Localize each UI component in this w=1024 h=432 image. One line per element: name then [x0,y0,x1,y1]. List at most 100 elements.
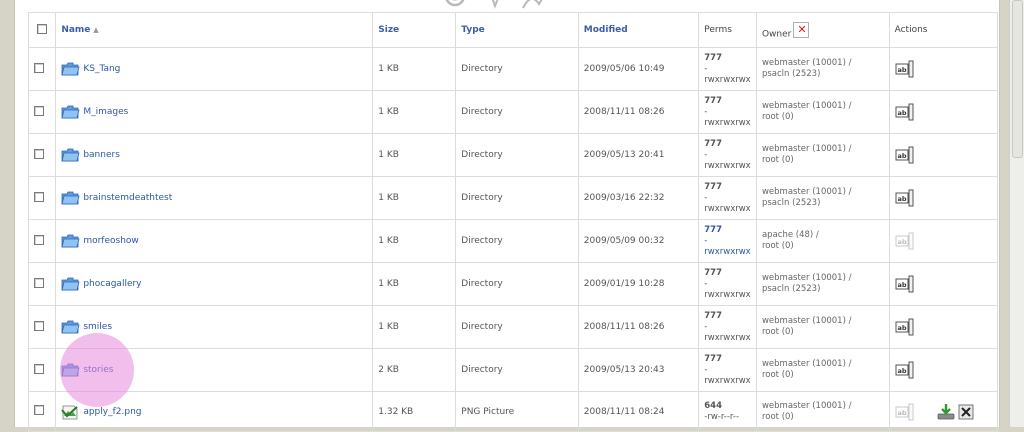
table-row[interactable]: KS_Tang 1 KB Directory 2009/05/06 10:49 … [27,47,999,91]
file-modified: 2009/05/06 10:49 [577,47,700,91]
permissions[interactable]: 644 -rw-r--r-- [704,401,751,423]
owner-info[interactable]: webmaster (10001) / root (0) [762,359,884,381]
column-header-name[interactable]: Name ▲ [55,12,374,48]
rename-icon[interactable]: ab [895,103,915,121]
permissions[interactable]: 777- rwxrwxrwx [704,53,751,86]
column-header-actions: Actions [888,12,999,48]
file-manager-panel: Name ▲ Size Type Modified Perms Owner ✕ A… [14,0,1000,432]
owner-info[interactable]: webmaster (10001) / root (0) [762,401,884,423]
file-type: Directory [455,47,579,91]
file-name-link[interactable]: KS_Tang [83,64,120,74]
file-name-link[interactable]: morfeoshow [83,236,138,246]
rename-icon[interactable]: ab [895,275,915,293]
folder-icon [61,105,80,119]
table-row[interactable]: apply_f2.png 1.32 KB PNG Picture 2008/11… [27,391,999,432]
owner-info[interactable]: webmaster (10001) / psacln (2523) [762,187,884,209]
table-row[interactable]: brainstemdeathtest 1 KB Directory 2009/0… [27,176,999,220]
svg-text:ab: ab [897,195,906,203]
folder-icon [61,191,80,205]
column-header-size[interactable]: Size [372,12,457,48]
file-modified: 2008/11/11 08:24 [577,391,700,432]
rename-icon[interactable]: ab [895,60,915,78]
row-checkbox[interactable] [34,62,44,73]
owner-info[interactable]: webmaster (10001) / root (0) [762,316,884,338]
download-icon[interactable] [937,403,955,421]
file-name-link[interactable]: stories [83,365,113,375]
permissions[interactable]: 777- rwxrwxrwx [704,139,751,172]
file-name-link[interactable]: smiles [83,322,112,332]
table-row[interactable]: banners 1 KB Directory 2009/05/13 20:41 … [27,133,999,177]
table-row[interactable]: M_images 1 KB Directory 2008/11/11 08:26… [27,90,999,134]
file-name-link[interactable]: M_images [83,107,128,117]
file-name-link[interactable]: banners [83,150,120,160]
rename-icon[interactable]: ab [895,361,915,379]
owner-info[interactable]: webmaster (10001) / root (0) [762,144,884,166]
rename-icon[interactable]: ab [895,318,915,336]
file-size: 1 KB [372,262,457,306]
column-header-modified[interactable]: Modified [577,12,700,48]
svg-text:ab: ab [897,281,906,289]
vertical-scrollbar[interactable] [1009,0,1024,427]
folder-icon [61,148,80,162]
file-modified: 2008/11/11 08:26 [577,305,700,349]
owner-info[interactable]: webmaster (10001) / root (0) [762,101,884,123]
row-checkbox[interactable] [34,234,44,245]
file-name-link[interactable]: phocagallery [83,279,141,289]
row-checkbox[interactable] [34,320,44,331]
scrollbar-thumb[interactable] [1012,0,1023,158]
row-checkbox[interactable] [34,148,44,159]
table-row[interactable]: phocagallery 1 KB Directory 2009/01/19 1… [27,262,999,306]
select-all-checkbox[interactable] [37,23,48,34]
folder-icon [61,320,80,334]
owner-info[interactable]: webmaster (10001) / psacln (2523) [762,273,884,295]
row-checkbox[interactable] [34,405,44,415]
file-size: 2 KB [372,348,457,392]
file-type: Directory [455,133,579,177]
table-row[interactable]: morfeoshow 1 KB Directory 2009/05/09 00:… [27,219,999,263]
file-type: Directory [455,305,579,349]
rename-icon[interactable]: ab [895,146,915,164]
file-modified: 2009/03/16 22:32 [577,176,700,220]
owner-info[interactable]: webmaster (10001) / psacln (2523) [762,58,884,80]
column-header-owner: Owner ✕ [755,12,890,48]
rename-icon[interactable]: ab [895,189,915,207]
file-modified: 2008/11/11 08:26 [577,90,700,134]
folder-icon [61,363,80,377]
permissions[interactable]: 777- rwxrwxrwx [704,311,751,344]
svg-text:ab: ab [897,238,906,246]
file-size: 1 KB [372,219,457,263]
file-type: Directory [455,176,579,220]
svg-text:ab: ab [897,109,906,117]
row-checkbox[interactable] [34,191,44,202]
owner-info[interactable]: apache (48) / root (0) [762,230,884,252]
file-name-link[interactable]: brainstemdeathtest [83,193,172,203]
permissions-link[interactable]: 777- rwxrwxrwx [704,225,751,258]
image-file-icon [61,405,78,419]
file-name-link[interactable]: apply_f2.png [83,407,141,417]
permissions[interactable]: 777- rwxrwxrwx [704,96,751,129]
file-list-table: Name ▲ Size Type Modified Perms Owner ✕ A… [27,12,999,432]
permissions[interactable]: 777- rwxrwxrwx [704,182,751,215]
row-checkbox[interactable] [34,105,44,116]
table-row[interactable]: smiles 1 KB Directory 2008/11/11 08:26 7… [27,305,999,349]
permissions[interactable]: 777- rwxrwxrwx [704,268,751,301]
name-header-link[interactable]: Name [61,25,90,35]
sort-indicator-icon: ▲ [93,26,99,34]
broken-image-icon: ✕ [793,22,810,38]
file-type: Directory [455,348,579,392]
table-row[interactable]: stories 2 KB Directory 2009/05/13 20:43 … [27,348,999,392]
header-decoration-icon [445,0,543,9]
row-checkbox[interactable] [34,363,44,374]
row-checkbox[interactable] [34,277,44,288]
file-type: Directory [455,219,579,263]
rename-disabled-icon: ab [895,232,914,250]
svg-text:ab: ab [897,66,906,74]
file-modified: 2009/05/09 00:32 [577,219,700,263]
column-header-type[interactable]: Type [455,12,579,48]
permissions[interactable]: 777- rwxrwxrwx [704,354,751,387]
delete-icon[interactable] [958,404,974,420]
folder-icon [61,234,80,248]
svg-text:ab: ab [897,152,906,160]
file-modified: 2009/05/13 20:41 [577,133,700,177]
file-size: 1 KB [372,133,457,177]
